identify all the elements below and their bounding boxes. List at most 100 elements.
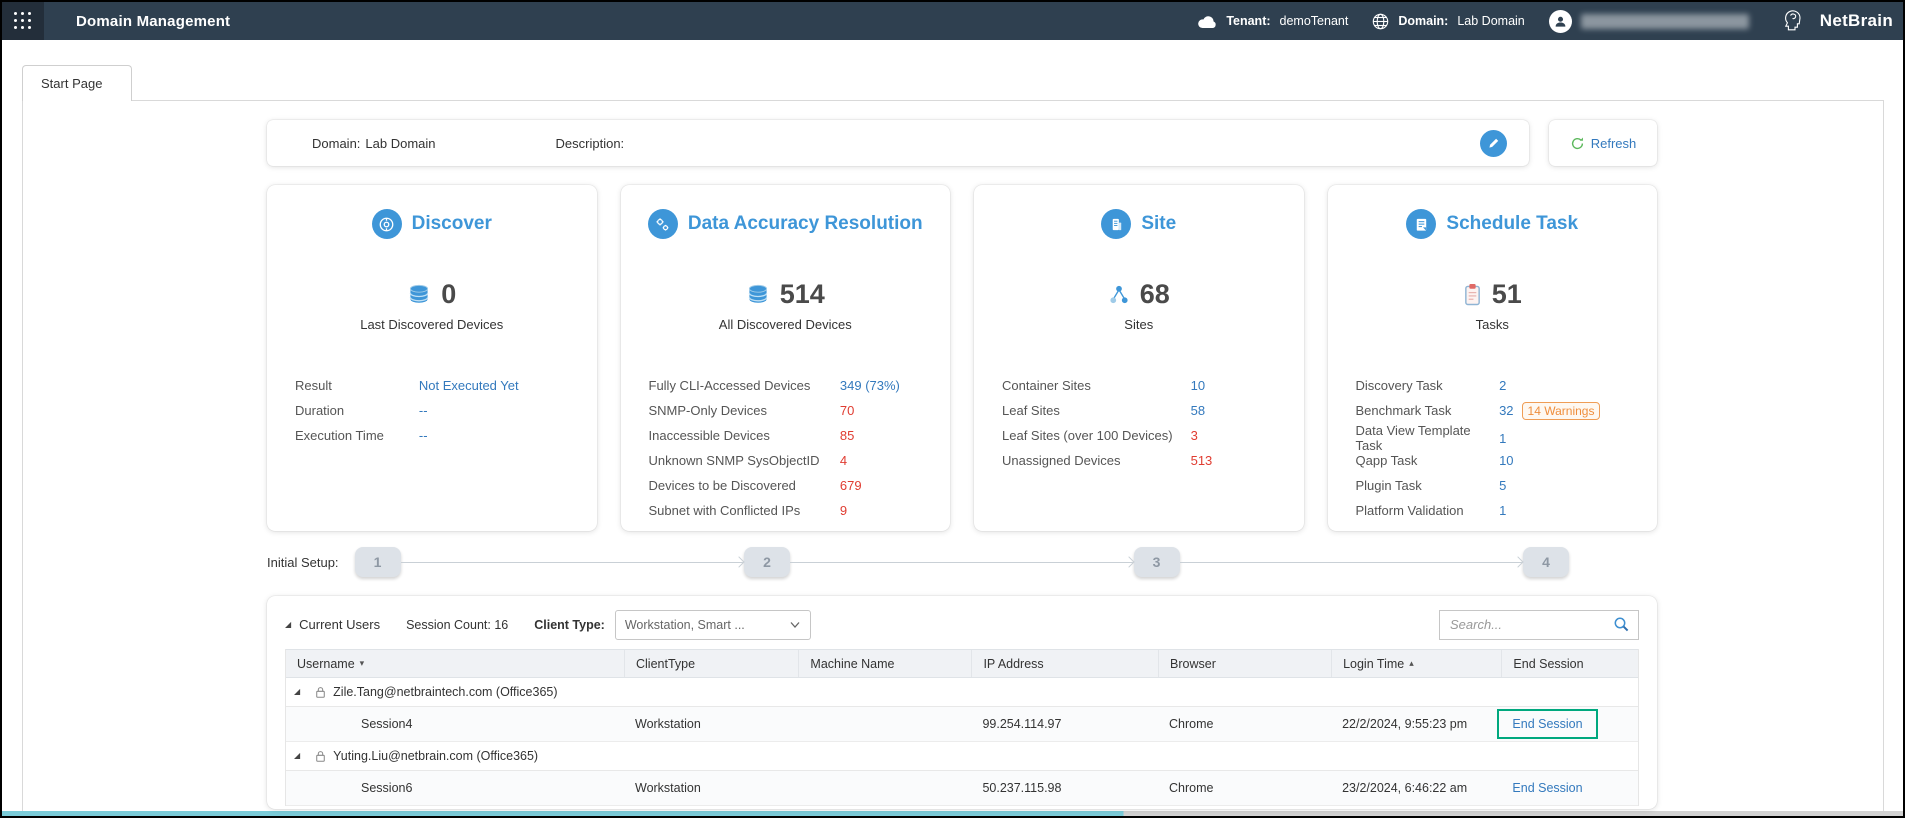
end-session-link[interactable]: End Session [1512, 717, 1582, 731]
user-group-row[interactable]: ◢ Yuting.Liu@netbrain.com (Office365) [286, 742, 1638, 771]
table-body: ◢ Zile.Tang@netbraintech.com (Office365)… [286, 678, 1638, 806]
stat-row-label: Benchmark Task [1356, 403, 1500, 418]
stat-row-value[interactable]: 10 [1191, 378, 1205, 393]
refresh-button[interactable]: Refresh [1549, 120, 1657, 166]
app-launcher-button[interactable] [2, 2, 44, 40]
stat-row-value[interactable]: 32 [1499, 403, 1513, 418]
collapse-triangle-icon[interactable]: ◢ [294, 688, 300, 696]
search-input[interactable] [1450, 617, 1613, 632]
stat-row-value[interactable]: 5 [1499, 478, 1506, 493]
session-client-type: Workstation [624, 781, 798, 795]
stat-row-value[interactable]: 70 [840, 403, 854, 418]
card-stat-row: Benchmark Task 32 14 Warnings [1356, 398, 1638, 423]
collapse-triangle-icon[interactable]: ◢ [294, 752, 300, 760]
card-stat-row: Devices to be Discovered 679 [649, 473, 931, 498]
initial-setup-label: Initial Setup: [267, 555, 339, 570]
column-header-end-session[interactable]: End Session [1501, 650, 1638, 677]
column-header-clienttype[interactable]: ClientType [624, 650, 798, 677]
card-title-link[interactable]: Schedule Task [1328, 209, 1658, 239]
stat-row-value[interactable]: 85 [840, 428, 854, 443]
database-icon [407, 284, 431, 305]
client-type-dropdown[interactable]: Workstation, Smart ... [615, 610, 811, 640]
step-arrow [790, 562, 1133, 563]
search-icon[interactable] [1613, 616, 1630, 633]
metric-card-schedule-task: Schedule Task 51 Tasks Discovery Task 2 … [1328, 185, 1658, 531]
card-stat-row: Leaf Sites 58 [1002, 398, 1284, 423]
card-stat-row: Inaccessible Devices 85 [649, 423, 931, 448]
card-title-link[interactable]: Site [974, 209, 1304, 239]
column-header-username[interactable]: Username▾ [286, 650, 624, 677]
column-label: Machine Name [810, 657, 894, 671]
column-header-machine-name[interactable]: Machine Name [798, 650, 971, 677]
user-avatar[interactable] [1549, 10, 1572, 33]
card-title-link[interactable]: Discover [267, 209, 597, 239]
pencil-icon [1487, 137, 1500, 150]
stat-row-value[interactable]: 58 [1191, 403, 1205, 418]
globe-icon [1372, 13, 1389, 30]
current-users-title: Current Users [299, 617, 380, 632]
setup-step-2[interactable]: 2 [744, 547, 790, 577]
column-label: Login Time [1343, 657, 1404, 671]
card-stat-row: Duration -- [295, 398, 577, 423]
stat-row-value[interactable]: -- [419, 428, 428, 443]
stat-row-label: Result [295, 378, 419, 393]
stat-row-value[interactable]: 10 [1499, 453, 1513, 468]
end-session-cell: End Session [1501, 709, 1638, 739]
metric-card-data-accuracy-resolution: Data Accuracy Resolution 514 All Discove… [621, 185, 951, 531]
bottom-edge-strip [2, 811, 1903, 816]
collapse-triangle-icon[interactable]: ◢ [285, 621, 291, 629]
session-row: Session4 Workstation 99.254.114.97 Chrom… [286, 707, 1638, 742]
stat-row-value[interactable]: 2 [1499, 378, 1506, 393]
stat-row-label: Duration [295, 403, 419, 418]
stat-row-label: Platform Validation [1356, 503, 1500, 518]
column-header-ip-address[interactable]: IP Address [971, 650, 1158, 677]
end-session-link[interactable]: End Session [1512, 781, 1582, 795]
card-stat-value: 514 [780, 279, 825, 310]
assistant-head-icon[interactable] [1781, 8, 1805, 35]
card-stat-row: Subnet with Conflicted IPs 9 [649, 498, 931, 523]
card-stat-row: Unassigned Devices 513 [1002, 448, 1284, 473]
card-title-link[interactable]: Data Accuracy Resolution [621, 209, 951, 239]
setup-step-1[interactable]: 1 [355, 547, 401, 577]
setup-step-4[interactable]: 4 [1523, 547, 1569, 577]
edit-domain-button[interactable] [1480, 130, 1507, 157]
stat-row-value[interactable]: 1 [1499, 503, 1506, 518]
stat-row-value[interactable]: -- [419, 403, 428, 418]
session-browser: Chrome [1158, 781, 1331, 795]
tab-start-page[interactable]: Start Page [22, 65, 132, 101]
client-type-value: Workstation, Smart ... [625, 618, 789, 632]
tenant-label: Tenant: [1226, 14, 1270, 28]
card-stat-row: SNMP-Only Devices 70 [649, 398, 931, 423]
setup-step-3[interactable]: 3 [1134, 547, 1180, 577]
stat-row-label: Discovery Task [1356, 378, 1500, 393]
schedule-circle-icon [1406, 209, 1436, 239]
user-group-row[interactable]: ◢ Zile.Tang@netbraintech.com (Office365) [286, 678, 1638, 707]
end-session-cell: End Session [1501, 781, 1638, 795]
warnings-badge[interactable]: 14 Warnings [1522, 402, 1601, 420]
card-title: Schedule Task [1446, 213, 1578, 235]
step-arrow [1180, 562, 1523, 563]
refresh-label: Refresh [1591, 136, 1637, 151]
stat-row-value[interactable]: 4 [840, 453, 847, 468]
domain-label: Domain: [1398, 14, 1448, 28]
stat-row-value[interactable]: 513 [1191, 453, 1213, 468]
lock-icon [315, 750, 326, 763]
stat-row-label: SNMP-Only Devices [649, 403, 840, 418]
stat-row-value[interactable]: Not Executed Yet [419, 378, 519, 393]
chevron-down-icon [789, 621, 801, 629]
card-stat-row: Result Not Executed Yet [295, 373, 577, 398]
domain-info-label: Domain: [312, 136, 360, 151]
stat-row-label: Qapp Task [1356, 453, 1500, 468]
stat-row-value[interactable]: 3 [1191, 428, 1198, 443]
stat-row-value[interactable]: 1 [1499, 431, 1506, 446]
stat-row-value[interactable]: 349 (73%) [840, 378, 900, 393]
stat-row-label: Fully CLI-Accessed Devices [649, 378, 840, 393]
stat-row-label: Inaccessible Devices [649, 428, 840, 443]
stat-row-value[interactable]: 679 [840, 478, 862, 493]
grid-icon [14, 12, 32, 30]
stat-row-label: Devices to be Discovered [649, 478, 840, 493]
column-header-browser[interactable]: Browser [1158, 650, 1331, 677]
column-header-login-time[interactable]: Login Time▴ [1331, 650, 1501, 677]
stat-row-value[interactable]: 9 [840, 503, 847, 518]
step-arrow [401, 562, 744, 563]
